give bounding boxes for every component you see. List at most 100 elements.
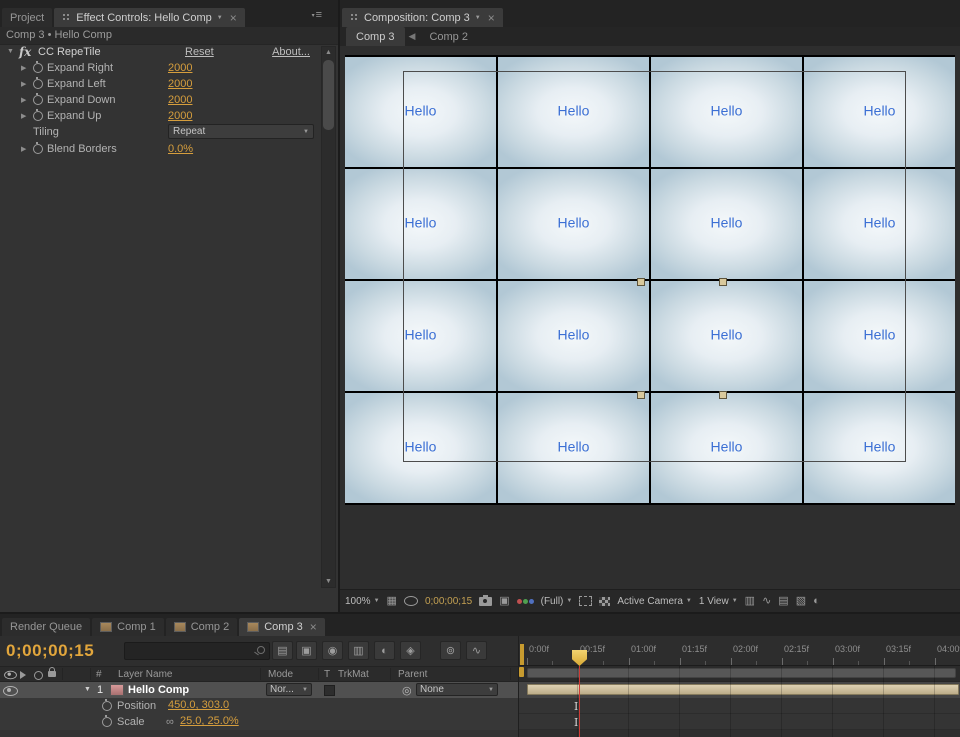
stopwatch-icon[interactable] bbox=[33, 63, 43, 73]
layer-name[interactable]: Hello Comp bbox=[128, 684, 189, 696]
comp-miniflow-button[interactable]: ▤ bbox=[272, 641, 293, 660]
scroll-down-icon[interactable]: ▼ bbox=[322, 578, 335, 585]
scale-property-row[interactable]: Scale ∞ 25.0, 25.0% bbox=[0, 714, 518, 730]
grid-guides-icon[interactable]: ▦ bbox=[387, 596, 397, 607]
stopwatch-icon[interactable] bbox=[102, 701, 112, 711]
close-icon[interactable]: × bbox=[310, 622, 317, 632]
auto-keyframe-button[interactable]: ⊚ bbox=[440, 641, 461, 660]
selection-handle[interactable] bbox=[719, 391, 727, 399]
draft-3d-button[interactable]: ▣ bbox=[296, 641, 317, 660]
statusbar-timecode[interactable]: 0;00;00;15 bbox=[425, 596, 472, 607]
tiling-select[interactable]: Repeat ▼ bbox=[168, 124, 314, 139]
viewer-tab-comp2[interactable]: Comp 2 bbox=[419, 27, 478, 46]
property-value[interactable]: 0.0% bbox=[168, 143, 193, 155]
keyframe-icon[interactable]: I bbox=[574, 716, 578, 729]
property-value[interactable]: 2000 bbox=[168, 94, 192, 106]
disclosure-triangle-icon[interactable]: ▶ bbox=[21, 145, 26, 153]
view-layout-select[interactable]: 1 View ▼ bbox=[699, 596, 738, 607]
stopwatch-icon[interactable] bbox=[33, 111, 43, 121]
hide-shy-button[interactable]: ◉ bbox=[322, 641, 343, 660]
disclosure-triangle-icon[interactable]: ▶ bbox=[21, 64, 26, 72]
tab-comp3[interactable]: Comp 3 × bbox=[239, 618, 325, 636]
column-divider[interactable] bbox=[62, 668, 63, 680]
pixel-aspect-icon[interactable]: ▥ bbox=[745, 596, 755, 607]
parent-select[interactable]: None ▼ bbox=[416, 683, 498, 696]
disclosure-triangle-icon[interactable]: ▶ bbox=[21, 112, 26, 120]
tab-composition[interactable]: Composition: Comp 3 ▼ × bbox=[342, 8, 503, 27]
tab-comp2[interactable]: Comp 2 bbox=[166, 618, 238, 636]
effect-panel-scrollbar[interactable]: ▲ ▼ bbox=[321, 46, 336, 588]
column-divider[interactable] bbox=[390, 668, 391, 680]
eye-icon[interactable] bbox=[3, 686, 18, 696]
close-icon[interactable]: × bbox=[488, 13, 495, 23]
layer-row[interactable]: ▼ 1 Hello Comp Nor... ▼ ◎ None ▼ bbox=[0, 682, 518, 698]
position-property-row[interactable]: Position 450.0, 303.0 bbox=[0, 698, 518, 714]
close-icon[interactable]: × bbox=[230, 13, 237, 23]
show-snapshot-icon[interactable]: ▣ bbox=[499, 596, 509, 607]
constrain-proportions-icon[interactable]: ∞ bbox=[166, 716, 174, 728]
trkmat-checkbox[interactable] bbox=[324, 685, 335, 696]
parent-pickwhip-icon[interactable]: ◎ bbox=[402, 684, 412, 697]
timeline-button-icon[interactable]: ▤ bbox=[778, 596, 788, 607]
snapshot-camera-icon[interactable] bbox=[479, 597, 492, 606]
blend-mode-select[interactable]: Nor... ▼ bbox=[266, 683, 312, 696]
mask-visibility-icon[interactable] bbox=[404, 596, 418, 606]
chevron-down-icon[interactable]: ▼ bbox=[217, 15, 223, 21]
composition-viewport[interactable]: Hello Hello Hello Hello Hello Hello Hell… bbox=[340, 46, 960, 590]
view-select[interactable]: Active Camera ▼ bbox=[617, 596, 692, 607]
property-value[interactable]: 2000 bbox=[168, 62, 192, 74]
column-divider[interactable] bbox=[318, 668, 319, 680]
column-divider[interactable] bbox=[90, 668, 91, 680]
disclosure-triangle-icon[interactable]: ▶ bbox=[21, 80, 26, 88]
time-navigator-start-handle[interactable] bbox=[520, 644, 524, 665]
property-value[interactable]: 2000 bbox=[168, 78, 192, 90]
disclosure-triangle-icon[interactable]: ▶ bbox=[21, 96, 26, 104]
tab-comp1[interactable]: Comp 1 bbox=[92, 618, 164, 636]
composition-canvas[interactable]: Hello Hello Hello Hello Hello Hello Hell… bbox=[345, 55, 955, 505]
stopwatch-icon[interactable] bbox=[102, 717, 112, 727]
work-area-bar[interactable] bbox=[527, 668, 956, 678]
about-link[interactable]: About... bbox=[272, 46, 310, 58]
show-channels-icon[interactable] bbox=[517, 599, 534, 604]
selection-handle[interactable] bbox=[719, 278, 727, 286]
selection-handle[interactable] bbox=[637, 278, 645, 286]
property-value[interactable]: 2000 bbox=[168, 110, 192, 122]
scroll-up-icon[interactable]: ▲ bbox=[322, 49, 335, 56]
position-value[interactable]: 450.0, 303.0 bbox=[168, 699, 229, 711]
effect-disclosure-triangle-icon[interactable]: ▼ bbox=[7, 48, 14, 55]
tab-render-queue[interactable]: Render Queue bbox=[2, 618, 90, 636]
motion-blur-button[interactable]: ◐ bbox=[374, 641, 395, 660]
flowchart-button-icon[interactable]: ▧ bbox=[796, 596, 806, 607]
selection-handle[interactable] bbox=[637, 391, 645, 399]
stopwatch-icon[interactable] bbox=[33, 95, 43, 105]
layer-disclosure-triangle-icon[interactable]: ▼ bbox=[84, 686, 91, 693]
graph-editor-button[interactable]: ∿ bbox=[466, 641, 487, 660]
viewer-tab-comp3[interactable]: Comp 3 bbox=[346, 27, 405, 46]
frame-blend-button[interactable]: ▥ bbox=[348, 641, 369, 660]
zoom-select[interactable]: 100% ▼ bbox=[345, 596, 380, 607]
tab-project[interactable]: Project bbox=[2, 8, 52, 27]
viewer-back-arrow-icon[interactable]: ◀ bbox=[409, 31, 416, 42]
current-timecode[interactable]: 0;00;00;15 bbox=[6, 641, 94, 661]
brainstorm-button[interactable]: ◈ bbox=[400, 641, 421, 660]
region-of-interest-icon[interactable] bbox=[579, 596, 592, 606]
layer-duration-bar[interactable] bbox=[527, 684, 959, 695]
panel-menu-icon[interactable]: ▾≡ bbox=[312, 9, 322, 21]
tab-effect-controls[interactable]: Effect Controls: Hello Comp ▼ × bbox=[54, 8, 245, 27]
chevron-down-icon[interactable]: ▼ bbox=[475, 15, 481, 21]
work-area-start-handle[interactable] bbox=[519, 667, 524, 677]
zoom-value: 100% bbox=[345, 596, 371, 607]
reset-link[interactable]: Reset bbox=[185, 46, 214, 58]
resolution-select[interactable]: (Full) ▼ bbox=[541, 596, 573, 607]
column-divider[interactable] bbox=[260, 668, 261, 680]
reset-exposure-icon[interactable]: ◐ bbox=[813, 596, 820, 607]
scrollbar-thumb[interactable] bbox=[323, 60, 334, 130]
stopwatch-icon[interactable] bbox=[33, 79, 43, 89]
stopwatch-icon[interactable] bbox=[33, 144, 43, 154]
scale-value[interactable]: 25.0, 25.0% bbox=[180, 715, 239, 727]
fast-previews-icon[interactable]: ∿ bbox=[762, 596, 771, 607]
column-divider[interactable] bbox=[510, 668, 511, 680]
transparency-grid-icon[interactable] bbox=[599, 597, 610, 606]
search-input[interactable] bbox=[124, 642, 270, 660]
keyframe-icon[interactable]: I bbox=[574, 700, 578, 713]
